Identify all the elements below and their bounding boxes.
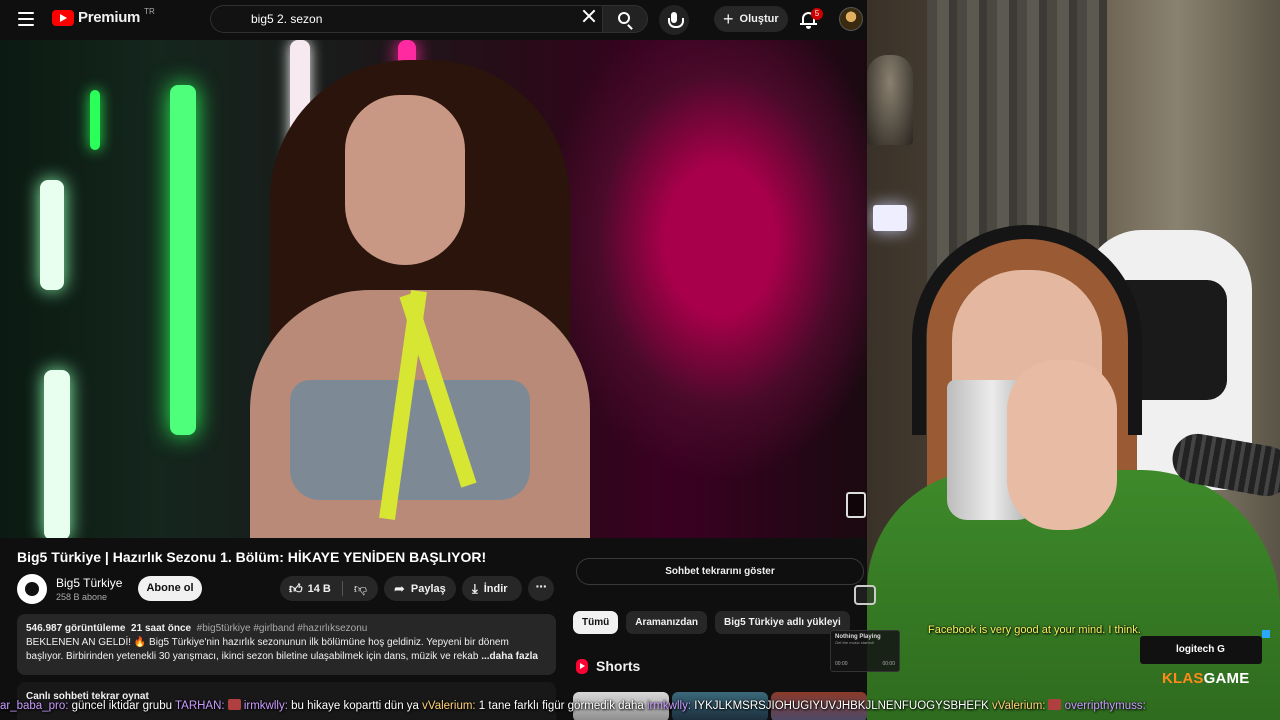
brand-watermark: KLASGAME (1162, 670, 1249, 687)
logitech-g-icon: G (1217, 644, 1225, 655)
shorts-icon (576, 658, 588, 674)
plus-icon: + (723, 9, 734, 29)
webcam-scene-element (873, 205, 907, 231)
logo-brand: Premium (78, 9, 141, 26)
youtube-play-icon (52, 9, 74, 26)
clear-search-icon[interactable] (582, 9, 596, 23)
create-button[interactable]: + Oluştur (714, 6, 788, 32)
chat-message: IYKJLKMSRSJIOHUGIYUVJHBKJLNENFUOGYSBHEFK (691, 700, 992, 712)
shorts-heading: Shorts (576, 658, 640, 674)
miniplayer-icon[interactable] (846, 492, 866, 518)
hashtags[interactable]: #big5türkiye #girlband #hazırlıksezonu (197, 623, 368, 634)
chat-message: güncel iktidar grubu (68, 700, 175, 712)
chat-message: bu hikaye kopartti dün ya (287, 700, 423, 712)
chip-from-search[interactable]: Aramanızdan (626, 611, 708, 634)
now-playing-time-end: 00:00 (882, 661, 895, 667)
chat-username: TARHAN: (174, 700, 225, 712)
description-box[interactable]: 546.987 görüntüleme 21 saat önce #big5tü… (17, 614, 556, 675)
brand-part1: KLAS (1162, 670, 1204, 687)
like-count: 14 B (307, 582, 331, 595)
microphone-icon (668, 12, 684, 28)
video-player[interactable] (0, 40, 867, 538)
now-playing-time: 00:00 00:00 (835, 661, 895, 667)
account-avatar[interactable] (839, 7, 863, 31)
shorts-title: Shorts (596, 658, 641, 674)
video-frame-element (40, 180, 64, 290)
subscribe-button[interactable]: Abone ol (138, 576, 202, 601)
now-playing-widget: Nothing Playing Get the music started! 0… (830, 630, 900, 672)
more-actions-button[interactable]: ··· (528, 576, 554, 601)
like-dislike-group: 👍︎ 14 B 👎︎ (280, 576, 378, 601)
search-input[interactable]: big5 2. sezon (251, 12, 322, 26)
show-chat-replay-button[interactable]: Sohbet tekrarını göster (576, 558, 864, 585)
webcam-scene-element (1007, 360, 1117, 530)
channel-avatar[interactable] (17, 574, 47, 604)
streamer-webcam (867, 0, 1280, 720)
chip-all[interactable]: Tümü (573, 611, 619, 634)
download-icon: ⤓ (472, 581, 478, 596)
share-icon: ➦ (394, 581, 405, 596)
upload-age: 21 saat önce (131, 623, 192, 634)
brand-part2: GAME (1203, 670, 1250, 687)
status-indicator (1262, 630, 1270, 638)
chat-username: vValerium: (422, 700, 476, 712)
chat-username: overripthymuss: (1064, 700, 1146, 712)
notification-badge: 5 (811, 8, 823, 20)
now-playing-subtitle: Get the music started! (835, 640, 875, 645)
description-line-last: başlıyor. Birbirinden yetenekli 30 yarış… (26, 650, 547, 664)
chat-ticker: ar_baba_pro: güncel iktidar grubu TARHAN… (0, 697, 1280, 715)
top-bar: Premium TR big5 2. sezon + Oluştur 5 (0, 0, 867, 40)
logo-region: TR (144, 7, 155, 16)
more-icon: ··· (535, 578, 548, 594)
filter-chips: Tümü Aramanızdan Big5 Türkiye adlı yükle… (573, 611, 850, 634)
share-button[interactable]: ➦ Paylaş (384, 576, 456, 601)
search-button[interactable] (602, 5, 648, 33)
chat-message: 1 tane farklı figür görmedik daha (475, 700, 647, 712)
download-button[interactable]: ⤓ İndir (462, 576, 522, 601)
search-icon (618, 12, 630, 24)
youtube-window: Premium TR big5 2. sezon + Oluştur 5 Big… (0, 0, 867, 720)
download-label: İndir (483, 582, 508, 595)
share-label: Paylaş (410, 582, 446, 595)
description-line: BEKLENEN AN GELDİ! 🔥 Big5 Türkiye'nin ha… (26, 637, 509, 648)
music-widget-icon (854, 585, 876, 605)
view-count: 546.987 görüntüleme (26, 623, 126, 634)
create-label: Oluştur (739, 13, 779, 25)
thumbs-down-icon: 👎︎ (353, 581, 368, 596)
chat-username: irmkwlly: (646, 700, 692, 712)
sponsor-name: logitech (1176, 644, 1215, 655)
like-button[interactable]: 👍︎ 14 B (280, 576, 342, 601)
stream-caption: Facebook is very good at your mind. I th… (928, 624, 1141, 636)
now-playing-time-start: 00:00 (835, 661, 848, 667)
sponsor-logo: logitech G (1140, 636, 1262, 664)
chat-username: ar_baba_pro: (0, 700, 69, 712)
channel-name[interactable]: Big5 Türkiye (56, 576, 122, 590)
voice-search-button[interactable] (659, 5, 689, 35)
thumbs-up-icon: 👍︎ (289, 581, 303, 596)
subscriber-count: 258 B abone (56, 592, 108, 602)
chat-emote-icon (227, 699, 241, 710)
webcam-scene-element (867, 55, 913, 145)
chat-emote-icon (1048, 699, 1062, 710)
video-frame-element (90, 90, 100, 150)
dislike-button[interactable]: 👎︎ (343, 576, 378, 601)
chat-username: irmkwlly: (243, 700, 288, 712)
show-more-link[interactable]: ...daha fazla (481, 651, 538, 662)
menu-icon[interactable] (18, 12, 34, 26)
youtube-logo[interactable]: Premium TR (52, 7, 155, 26)
video-frame-element (44, 370, 70, 538)
description-line: başlıyor. Birbirinden yetenekli 30 yarış… (26, 651, 479, 662)
video-title: Big5 Türkiye | Hazırlık Sezonu 1. Bölüm:… (17, 549, 487, 565)
chat-username: vValerium: (992, 700, 1046, 712)
video-frame-element (170, 85, 196, 435)
video-frame-element (345, 95, 465, 265)
description-meta: 546.987 görüntüleme 21 saat önce #big5tü… (26, 622, 547, 636)
search-box[interactable]: big5 2. sezon (210, 5, 602, 33)
